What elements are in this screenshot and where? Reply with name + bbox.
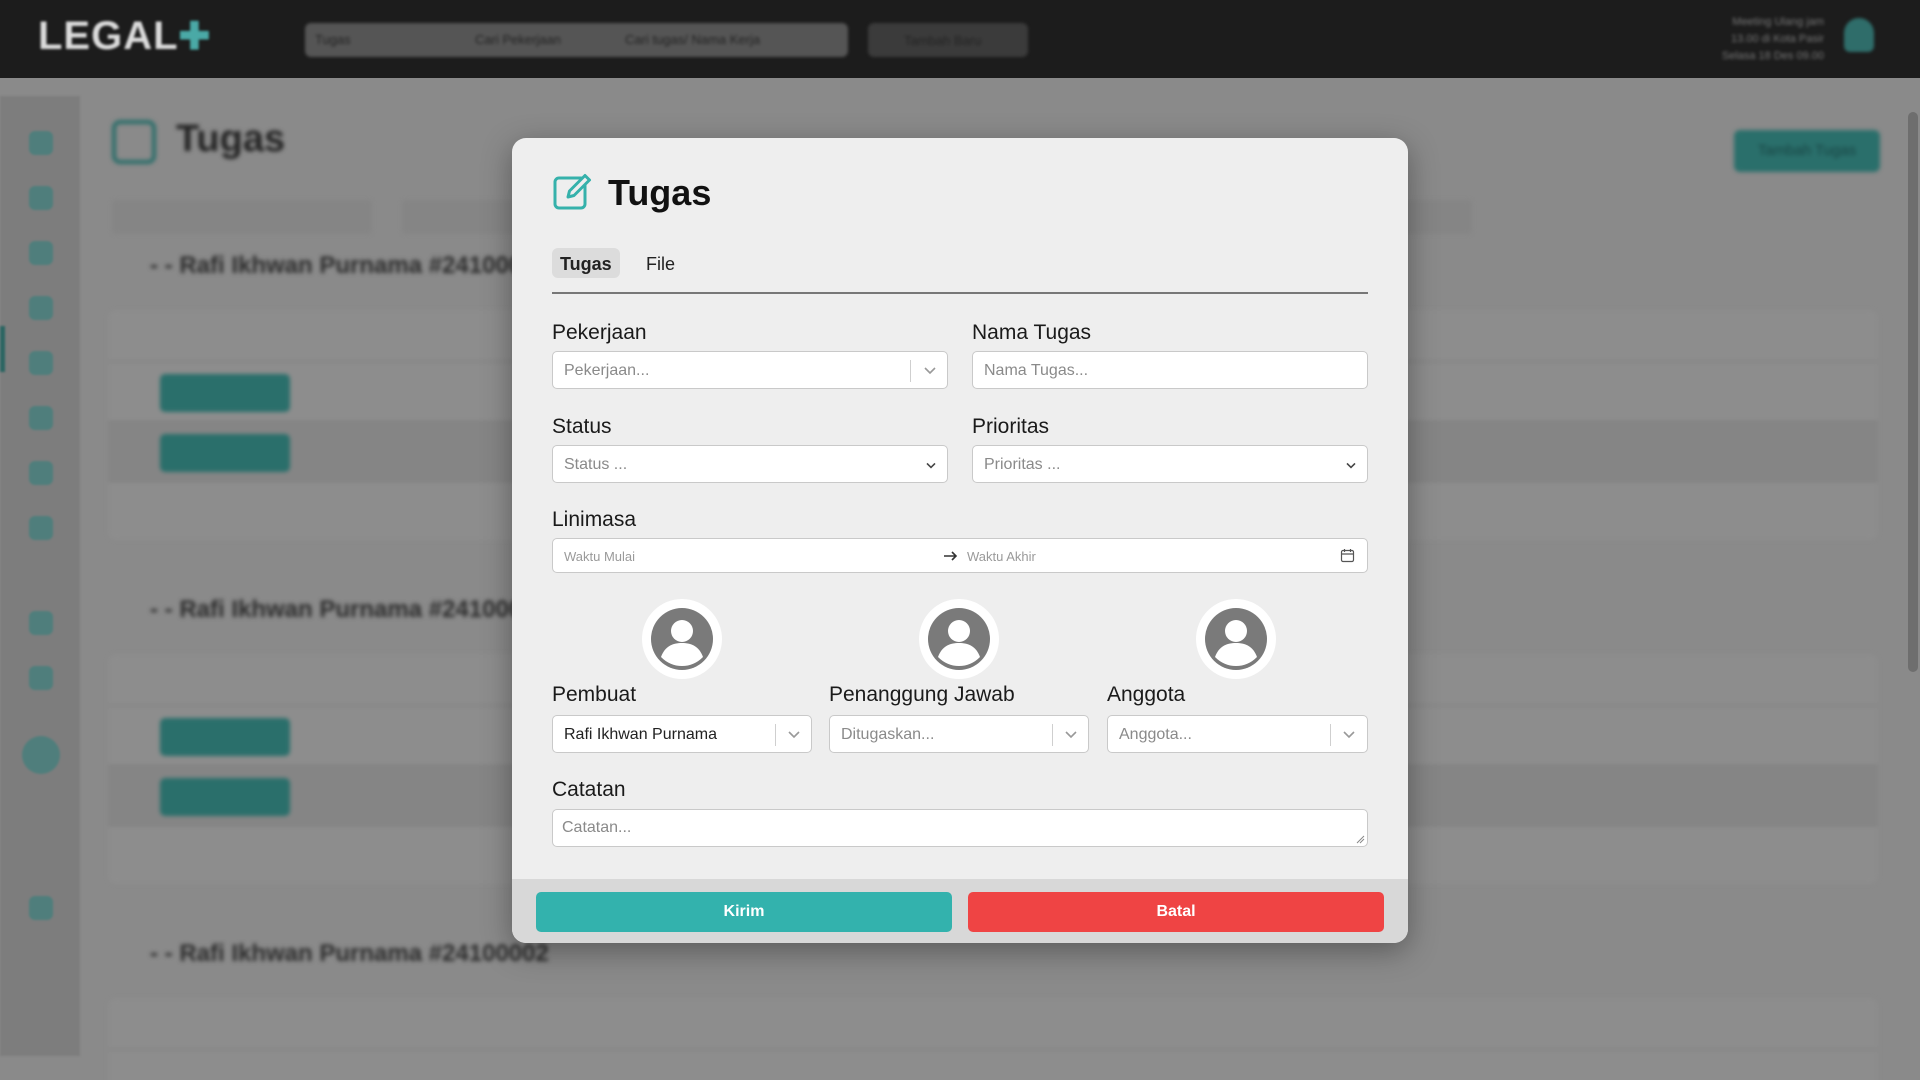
start-date-input[interactable]: Waktu Mulai <box>564 549 635 564</box>
status-select[interactable]: Status ... <box>552 445 948 483</box>
chevron-down-icon <box>926 462 936 469</box>
chevron-down-icon <box>1065 731 1077 739</box>
notes-label: Catatan <box>552 778 626 801</box>
group-title[interactable]: - - Rafi Ikhwan Purnama #24100002 <box>150 596 549 624</box>
modal-footer: Kirim Batal <box>512 879 1408 943</box>
job-select[interactable]: Pekerjaan... <box>552 351 948 389</box>
help-icon[interactable] <box>22 736 60 774</box>
page-scrollbar[interactable] <box>1908 112 1918 672</box>
members-placeholder: Anggota... <box>1119 726 1192 743</box>
side-navigation <box>0 96 80 1056</box>
priority-placeholder: Prioritas ... <box>984 456 1061 473</box>
active-nav-indicator <box>0 326 5 372</box>
search-job-select[interactable]: Cari Pekerjaan <box>475 32 561 47</box>
calendar-icon <box>1340 549 1355 563</box>
add-task-button[interactable]: Tambah Tugas <box>1734 130 1880 172</box>
priority-label: Prioritas <box>972 415 1050 438</box>
notes-textarea[interactable]: Catatan... <box>552 809 1368 847</box>
job-label: Pekerjaan <box>552 321 647 344</box>
assignee-avatar <box>919 599 999 679</box>
add-new-button[interactable]: Tambah Baru <box>868 23 1028 57</box>
select-separator <box>775 724 776 746</box>
globe-icon[interactable] <box>29 666 53 690</box>
select-separator <box>910 360 911 382</box>
chevron-down-icon <box>1346 462 1356 469</box>
status-label: Status <box>552 415 612 438</box>
creator-avatar <box>642 599 722 679</box>
table-header <box>108 998 1878 1050</box>
group-title[interactable]: - - Rafi Ikhwan Purnama #24100003 <box>150 252 549 280</box>
modal-title: Tugas <box>608 172 712 213</box>
user-icon <box>651 608 713 670</box>
notification-preview: Meeting Ulang jam 13.00 di Kota Pasir Se… <box>1721 16 1824 62</box>
timeline-range-picker[interactable]: Waktu Mulai Waktu Akhir <box>552 538 1368 573</box>
tab-file[interactable]: File <box>638 248 683 278</box>
job-placeholder: Pekerjaan... <box>564 362 650 379</box>
calendar-icon[interactable] <box>29 186 53 210</box>
submit-button[interactable]: Kirim <box>536 892 952 932</box>
task-name-input[interactable]: Nama Tugas... <box>972 351 1368 389</box>
chevron-down-icon <box>924 367 936 375</box>
task-name-placeholder: Nama Tugas... <box>984 362 1089 379</box>
status-placeholder: Status ... <box>564 456 628 473</box>
members-label: Anggota <box>1107 683 1186 706</box>
creator-label: Pembuat <box>552 683 637 706</box>
edit-task-button[interactable] <box>160 374 290 412</box>
assignee-placeholder: Ditugaskan... <box>841 726 935 743</box>
document-icon[interactable] <box>29 351 53 375</box>
group-title[interactable]: - - Rafi Ikhwan Purnama #24100002 <box>150 940 549 968</box>
resize-handle-icon[interactable] <box>1355 834 1365 844</box>
chart-icon[interactable] <box>29 611 53 635</box>
edit-icon <box>112 120 156 164</box>
creator-value: Rafi Ikhwan Purnama <box>564 726 717 743</box>
arrow-right-icon <box>944 551 958 561</box>
search-type-select[interactable]: Tugas <box>315 32 351 47</box>
plus-icon: ✚ <box>178 16 212 58</box>
folder-icon[interactable] <box>29 406 53 430</box>
cancel-button[interactable]: Batal <box>968 892 1384 932</box>
edit-task-button[interactable] <box>160 778 290 816</box>
logout-icon[interactable] <box>29 896 53 920</box>
tasks-icon[interactable] <box>29 241 53 265</box>
task-modal: Tugas Tugas File Pekerjaan Pekerjaan... … <box>512 138 1408 943</box>
schedule-icon[interactable] <box>29 461 53 485</box>
settings-icon[interactable] <box>29 516 53 540</box>
modal-tabs: Tugas File <box>552 248 1368 294</box>
task-name-label: Nama Tugas <box>972 321 1092 344</box>
members-avatar <box>1196 599 1276 679</box>
global-search[interactable]: Tugas Cari Pekerjaan Cari tugas/ Nama Ke… <box>305 23 848 57</box>
search-input[interactable]: Cari tugas/ Nama Kerja <box>625 32 760 47</box>
page-title: Tugas <box>176 118 286 160</box>
app-logo: LEGAL✚ <box>38 14 212 58</box>
assignee-label: Penanggung Jawab <box>829 683 1015 706</box>
briefcase-icon[interactable] <box>29 296 53 320</box>
chevron-down-icon <box>788 731 800 739</box>
edit-task-button[interactable] <box>160 718 290 756</box>
end-date-input[interactable]: Waktu Akhir <box>967 549 1036 564</box>
user-icon <box>928 608 990 670</box>
select-separator <box>1052 724 1053 746</box>
edit-icon <box>553 174 591 210</box>
job-filter[interactable] <box>112 200 372 234</box>
notes-placeholder: Catatan... <box>562 819 632 836</box>
bell-icon[interactable] <box>1844 18 1874 52</box>
home-icon[interactable] <box>29 131 53 155</box>
user-icon <box>1205 608 1267 670</box>
timeline-label: Linimasa <box>552 508 637 531</box>
assignee-select[interactable]: Ditugaskan... <box>829 715 1089 753</box>
edit-task-button[interactable] <box>160 434 290 472</box>
top-bar: LEGAL✚ Tugas Cari Pekerjaan Cari tugas/ … <box>0 0 1920 78</box>
select-separator <box>1330 724 1331 746</box>
tab-tugas[interactable]: Tugas <box>552 248 620 278</box>
chevron-down-icon <box>1343 731 1355 739</box>
members-select[interactable]: Anggota... <box>1107 715 1368 753</box>
priority-select[interactable]: Prioritas ... <box>972 445 1368 483</box>
creator-select[interactable]: Rafi Ikhwan Purnama <box>552 715 812 753</box>
task-table <box>108 998 1878 1080</box>
